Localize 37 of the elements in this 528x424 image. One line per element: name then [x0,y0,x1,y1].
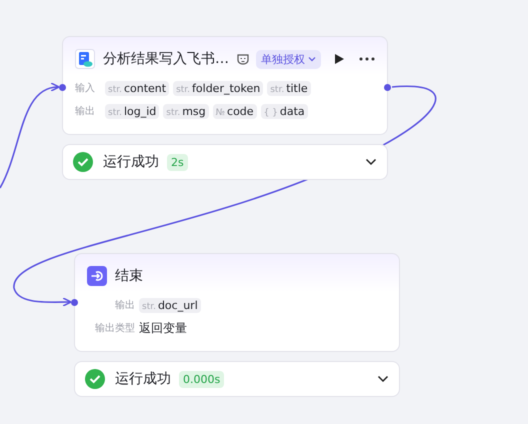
duration-badge: 2s [167,154,188,170]
run-status-bar[interactable]: 运行成功 2s [62,144,388,180]
variable-tag: № code [212,104,257,118]
document-icon [75,49,95,69]
success-icon [73,152,93,172]
field-label: 输入 [75,82,96,95]
variable-tag: str. title [267,80,311,96]
field-value: 返回变量 [139,320,187,336]
field-label: 输出 [75,104,96,118]
variable-tag: str. doc_url [139,298,201,312]
input-port[interactable] [71,299,78,306]
exit-icon [87,266,107,286]
variable-tag: str. folder_token [173,80,264,96]
variable-tag: str. log_id [105,104,160,118]
duration-badge: 0.000s [179,370,224,388]
auth-dropdown[interactable]: 单独授权 [256,50,321,68]
input-port[interactable] [59,84,66,91]
caret-icon [308,56,316,62]
field-label: 输出类型 [94,322,135,335]
more-icon[interactable] [359,57,375,61]
variable-tag: str. msg [163,104,209,118]
node-title: 分析结果写入飞书… [103,50,230,68]
variable-tag: str. content [105,80,170,96]
node-card[interactable]: 分析结果写入飞书… 单独授权 输入 str. content str. folder_token str. title 输出 str. log_id str. msg № code { } data [62,36,388,135]
output-port[interactable] [384,84,391,91]
node-card[interactable]: 结束 输出 str. doc_url 输出类型 返回变量 [74,253,400,352]
node-title: 结束 [115,267,144,285]
play-icon[interactable] [333,53,345,65]
mask-icon [236,52,250,66]
status-text: 运行成功 [103,153,159,171]
run-status-bar[interactable]: 运行成功 0.000s [74,361,400,397]
status-text: 运行成功 [115,370,171,388]
chevron-down-icon[interactable] [377,375,389,383]
variable-tag: { } data [260,104,308,118]
success-icon [85,369,105,389]
chevron-down-icon[interactable] [365,158,377,166]
field-label: 输出 [114,298,135,312]
